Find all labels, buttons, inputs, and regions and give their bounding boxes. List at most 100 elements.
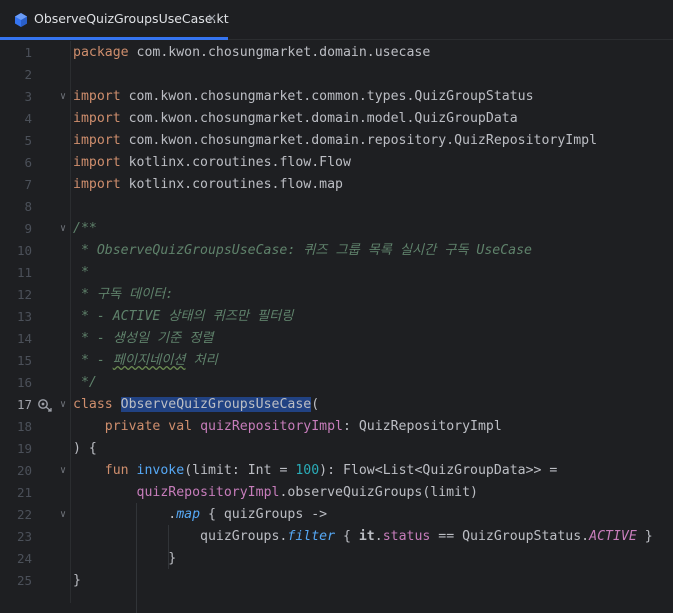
code-line[interactable]: 2 (0, 64, 673, 86)
code-token: kotlinx.coroutines.flow.map (128, 177, 343, 192)
code-token: ( (311, 397, 320, 412)
code-text: import com.kwon.chosungmarket.common.typ… (73, 86, 534, 108)
code-line[interactable]: 14 * - 생성일 기준 정렬 (0, 328, 673, 350)
line-number: 25 (16, 573, 32, 588)
code-line[interactable]: 12 * 구독 데이터: (0, 284, 673, 306)
line-number: 14 (16, 331, 32, 346)
line-number: 7 (24, 177, 32, 192)
line-number: 15 (16, 353, 32, 368)
line-number: 19 (16, 441, 32, 456)
code-line[interactable]: 13 * - ACTIVE 상태의 퀴즈만 필터링 (0, 306, 673, 328)
code-line[interactable]: 11 * (0, 262, 673, 284)
code-text: class ObserveQuizGroupsUseCase( (73, 394, 319, 416)
editor-tab-bar: ObserveQuizGroupsUseCase.kt × (0, 0, 673, 40)
code-token: } (73, 551, 177, 566)
code-line[interactable]: 8 (0, 196, 673, 218)
code-token: com.kwon.chosungmarket.common.types.Quiz… (128, 89, 534, 104)
line-number: 24 (16, 551, 32, 566)
code-line[interactable]: 22 ∨ .map { quizGroups -> (0, 504, 673, 526)
fold-chevron-icon[interactable]: ∨ (57, 504, 69, 526)
code-line[interactable]: 4 import com.kwon.chosungmarket.domain.mo… (0, 108, 673, 130)
code-token: * (73, 265, 89, 280)
code-line[interactable]: 16 */ (0, 372, 673, 394)
code-token: com.kwon.chosungmarket.domain.usecase (136, 45, 431, 60)
tab-observe-quiz-groups-usecase[interactable]: ObserveQuizGroupsUseCase.kt × (0, 0, 229, 40)
code-token: com.kwon.chosungmarket.domain.model.Quiz… (128, 111, 518, 126)
code-line[interactable]: 3 ∨ import com.kwon.chosungmarket.common.t… (0, 86, 673, 108)
code-token: { (335, 529, 359, 544)
code-token: { quizGroups -> (200, 507, 328, 522)
code-token: invoke (136, 463, 185, 478)
code-token: ) { (73, 441, 97, 456)
code-token: import (73, 89, 121, 104)
code-text: import com.kwon.chosungmarket.domain.rep… (73, 130, 597, 152)
code-token: 100 (295, 463, 320, 478)
code-text: * - 페이지네이션 처리 (73, 350, 218, 372)
code-line[interactable]: 17 ∨ class ObserveQuizGroupsUseCase( (0, 394, 673, 416)
code-token: .observeQuizGroups(limit) (279, 485, 478, 500)
code-line[interactable]: 24 } (0, 548, 673, 570)
code-line[interactable]: 19 ) { (0, 438, 673, 460)
code-line[interactable]: 6 import kotlinx.coroutines.flow.Flow (0, 152, 673, 174)
code-line[interactable]: 9 ∨ /** (0, 218, 673, 240)
code-token: * 구독 데이터: (73, 287, 174, 302)
code-token: . (73, 507, 177, 522)
fold-chevron-icon[interactable]: ∨ (57, 218, 69, 240)
code-token: 페이지네이션 (112, 353, 186, 368)
close-tab-icon[interactable]: × (207, 11, 217, 25)
code-line[interactable]: 21 quizRepositoryImpl.observeQuizGroups(… (0, 482, 673, 504)
code-text: import com.kwon.chosungmarket.domain.mod… (73, 108, 518, 130)
code-token: package (73, 45, 129, 60)
fold-chevron-icon[interactable]: ∨ (57, 394, 69, 416)
line-number: 1 (24, 45, 32, 60)
code-line[interactable]: 7 import kotlinx.coroutines.flow.map (0, 174, 673, 196)
line-number: 13 (16, 309, 32, 324)
code-line[interactable]: 1 package com.kwon.chosungmarket.domain.u… (0, 42, 673, 64)
code-token: 처리 (185, 353, 218, 368)
code-token: } (73, 573, 81, 588)
code-token: quizRepositoryImpl (136, 485, 280, 500)
line-number: 17 (16, 397, 32, 412)
implemented-gutter-icon[interactable] (37, 398, 53, 412)
code-token: quizRepositoryImpl (200, 419, 343, 434)
code-token: private val (104, 419, 193, 434)
line-number: 21 (16, 485, 32, 500)
code-text: * - ACTIVE 상태의 퀴즈만 필터링 (73, 306, 293, 328)
code-text: package com.kwon.chosungmarket.domain.us… (73, 42, 430, 64)
code-token: : QuizRepositoryImpl (342, 419, 502, 434)
code-line[interactable]: 5 import com.kwon.chosungmarket.domain.re… (0, 130, 673, 152)
code-token: fun (104, 463, 129, 478)
code-token: */ (73, 375, 97, 390)
fold-chevron-icon[interactable]: ∨ (57, 460, 69, 482)
code-token: quizGroups. (73, 529, 288, 544)
code-token: . (374, 529, 383, 544)
code-line[interactable]: 10 * ObserveQuizGroupsUseCase: 퀴즈 그룹 목록 … (0, 240, 673, 262)
code-token: (limit: Int = (184, 463, 296, 478)
code-editor[interactable]: 1 package com.kwon.chosungmarket.domain.u… (0, 41, 673, 613)
code-token: import (73, 155, 121, 170)
code-line[interactable]: 20 ∨ fun invoke(limit: Int = 100): Flow<L… (0, 460, 673, 482)
code-text: /** (73, 218, 97, 240)
code-text: import kotlinx.coroutines.flow.map (73, 174, 343, 196)
line-number: 3 (24, 89, 32, 104)
fold-chevron-icon[interactable]: ∨ (57, 86, 69, 108)
line-number: 11 (16, 265, 32, 280)
code-line[interactable]: 15 * - 페이지네이션 처리 (0, 350, 673, 372)
code-token: import (73, 133, 121, 148)
code-text: .map { quizGroups -> (73, 504, 327, 526)
line-number: 12 (16, 287, 32, 302)
code-token: /** (73, 221, 97, 236)
code-token: * ObserveQuizGroupsUseCase: 퀴즈 그룹 목록 실시간… (73, 243, 532, 258)
code-line[interactable]: 23 quizGroups.filter { it.status == Quiz… (0, 526, 673, 548)
selected-token: ObserveQuizGroupsUseCase (120, 397, 312, 412)
code-text: } (73, 570, 81, 592)
line-number: 23 (16, 529, 32, 544)
code-text: import kotlinx.coroutines.flow.Flow (73, 152, 351, 174)
code-line[interactable]: 18 private val quizRepositoryImpl: QuizR… (0, 416, 673, 438)
code-token: ): Flow<List<QuizGroupData>> = (319, 463, 558, 478)
code-line[interactable]: 25} (0, 570, 673, 592)
